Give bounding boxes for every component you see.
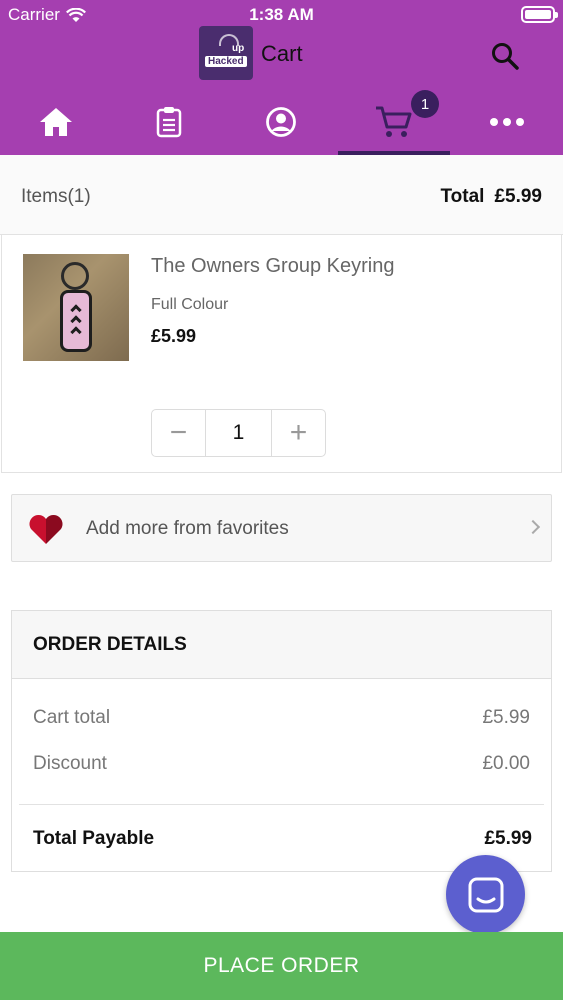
product-image[interactable] — [23, 254, 129, 361]
home-icon — [40, 107, 73, 136]
quantity-value[interactable]: 1 — [205, 410, 272, 456]
favorites-label: Add more from favorites — [86, 518, 289, 539]
cart-item: The Owners Group Keyring Full Colour £5.… — [1, 235, 562, 473]
increase-quantity-button[interactable]: + — [272, 410, 325, 456]
search-icon — [492, 43, 519, 70]
chat-button[interactable] — [446, 855, 525, 934]
title-row: up Hacked Cart — [0, 26, 563, 82]
add-from-favorites-button[interactable]: Add more from favorites — [11, 494, 552, 562]
tab-home[interactable] — [0, 88, 113, 155]
battery-icon — [521, 6, 558, 23]
cart-icon — [376, 106, 412, 137]
order-line-discount: Discount £0.00 — [33, 753, 530, 775]
more-icon — [489, 117, 524, 126]
cart-count-badge: 1 — [411, 90, 439, 118]
order-line-label: Cart total — [33, 707, 111, 728]
product-variant: Full Colour — [151, 296, 229, 313]
profile-icon — [266, 106, 297, 137]
place-order-button[interactable]: PLACE ORDER — [0, 932, 563, 1000]
items-count: Items(1) — [21, 186, 91, 207]
logo-superscript: up — [232, 43, 245, 54]
summary-total-value: £5.99 — [494, 186, 542, 207]
tab-profile[interactable] — [225, 88, 338, 155]
status-time: 1:38 AM — [249, 5, 314, 24]
heart-icon — [29, 514, 63, 544]
app-header: Carrier 1:38 AM up Hacked Cart 1 — [0, 0, 563, 155]
app-logo: up Hacked — [199, 26, 253, 80]
cart-summary: Items(1) Total £5.99 — [0, 155, 563, 235]
tab-bar — [0, 88, 563, 155]
divider — [19, 804, 544, 805]
clipboard-icon — [156, 106, 182, 137]
quantity-stepper: − 1 + — [151, 409, 326, 457]
tab-more[interactable] — [450, 88, 563, 155]
order-details: ORDER DETAILS Cart total £5.99 Discount … — [11, 610, 552, 872]
page-title: Cart — [261, 41, 303, 66]
chat-icon — [468, 877, 503, 912]
order-line-value: £0.00 — [482, 753, 530, 774]
chevron-right-icon — [525, 519, 541, 535]
logo-text: Hacked — [205, 56, 247, 67]
order-line-label: Discount — [33, 753, 107, 774]
product-price: £5.99 — [151, 326, 197, 346]
order-line-value: £5.99 — [482, 707, 530, 728]
summary-total: Total £5.99 — [430, 186, 542, 208]
total-payable-value: £5.99 — [484, 828, 532, 849]
order-details-header: ORDER DETAILS — [12, 611, 551, 679]
search-button[interactable] — [489, 40, 521, 72]
tab-orders[interactable] — [113, 88, 226, 155]
order-total-payable: Total Payable £5.99 — [33, 828, 532, 850]
order-details-heading: ORDER DETAILS — [33, 634, 187, 655]
order-line-cart-total: Cart total £5.99 — [33, 707, 530, 729]
product-name[interactable]: The Owners Group Keyring — [151, 255, 394, 278]
total-payable-label: Total Payable — [33, 828, 155, 849]
decrease-quantity-button[interactable]: − — [152, 410, 205, 456]
summary-total-label: Total — [440, 186, 485, 207]
